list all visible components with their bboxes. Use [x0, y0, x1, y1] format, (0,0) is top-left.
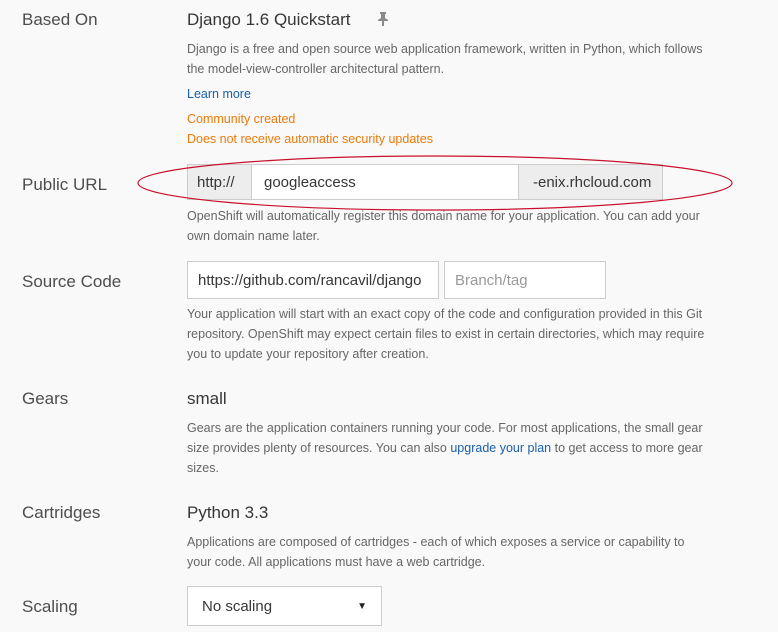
quickstart-title: Django 1.6 Quickstart: [187, 10, 351, 29]
cartridge-value: Python 3.3: [187, 503, 269, 522]
quickstart-description: Django is a free and open source web app…: [187, 42, 703, 76]
community-created-note: Community created: [187, 112, 296, 126]
branch-tag-input[interactable]: Branch/tag: [444, 261, 606, 299]
dropdown-caret-icon: ▼: [357, 600, 367, 612]
url-prefix: http://: [188, 165, 252, 199]
repository-url-input[interactable]: https://github.com/rancavil/django: [187, 261, 439, 299]
app-name-input[interactable]: googleaccess: [252, 165, 518, 199]
branch-tag-placeholder: Branch/tag: [455, 271, 528, 289]
pin-icon: [378, 12, 388, 26]
public-url-label: Public URL: [22, 175, 108, 194]
scaling-label: Scaling: [22, 597, 78, 616]
url-suffix: -enix.rhcloud.com: [518, 165, 662, 199]
no-security-updates-note: Does not receive automatic security upda…: [187, 132, 433, 146]
scaling-selected-value: No scaling: [202, 597, 273, 615]
source-code-help: Your application will start with an exac…: [187, 307, 705, 361]
gears-label: Gears: [22, 389, 69, 408]
cartridges-label: Cartridges: [22, 503, 101, 522]
public-url-input-group: http:// googleaccess -enix.rhcloud.com: [187, 164, 663, 200]
based-on-label: Based On: [22, 10, 98, 29]
gears-help: Gears are the application containers run…: [187, 418, 707, 478]
scaling-select[interactable]: No scaling ▼: [187, 586, 382, 626]
source-code-label: Source Code: [22, 272, 122, 291]
learn-more-link[interactable]: Learn more: [187, 84, 707, 104]
upgrade-plan-link[interactable]: upgrade your plan: [450, 441, 551, 455]
public-url-help: OpenShift will automatically register th…: [187, 209, 700, 243]
gear-size-value: small: [187, 389, 227, 408]
cartridges-help: Applications are composed of cartridges …: [187, 535, 685, 569]
